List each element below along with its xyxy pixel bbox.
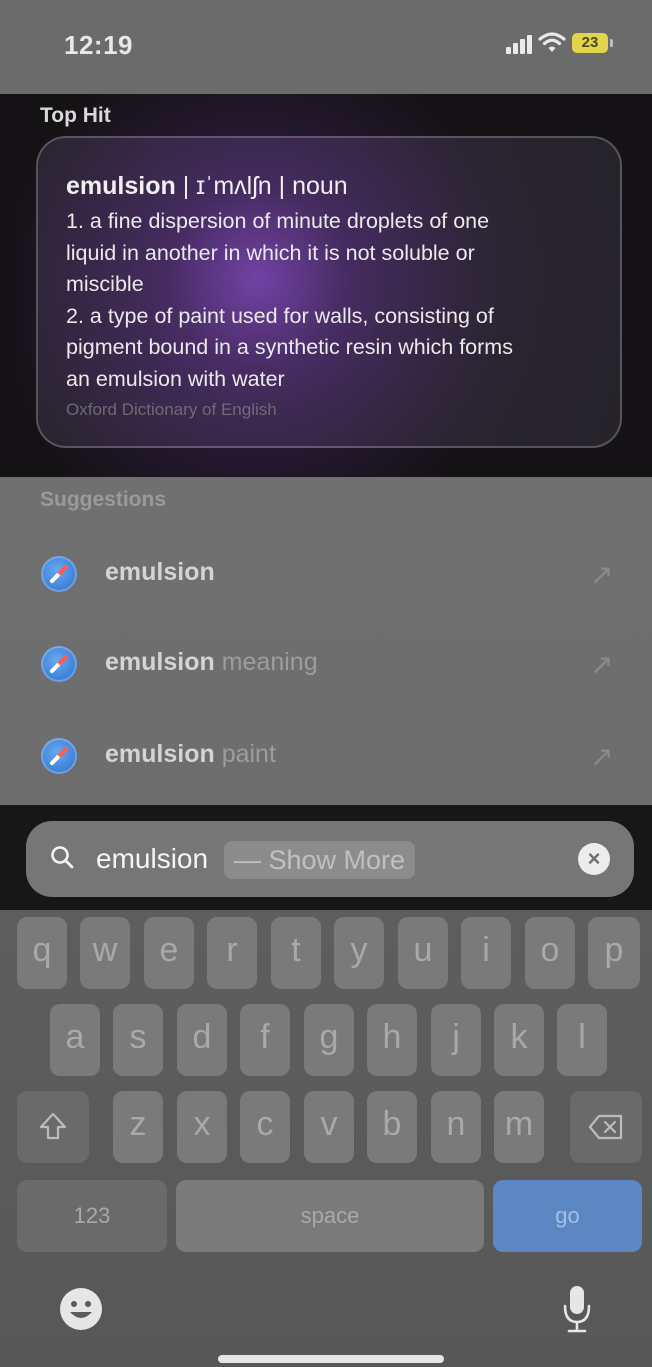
suggestion-query: emulsion xyxy=(105,740,215,768)
numbers-key[interactable]: 123 xyxy=(17,1180,167,1252)
emoji-icon[interactable] xyxy=(60,1288,102,1330)
definition-word: emulsion xyxy=(66,172,176,200)
definition-line: miscible xyxy=(66,272,144,296)
status-time: 12:19 xyxy=(64,30,133,60)
search-bar[interactable]: emulsion — Show More × xyxy=(26,821,634,897)
status-bar: 12:19 23 xyxy=(0,0,652,94)
definition-header: emulsion | ɪˈmʌlʃn | noun xyxy=(66,172,348,201)
top-hit-section: Top Hit emulsion | ɪˈmʌlʃn | noun 1. a f… xyxy=(14,94,652,477)
definition-line: 1. a fine dispersion of minute droplets … xyxy=(66,209,490,233)
battery-icon: 23 xyxy=(572,33,608,53)
key-v[interactable]: v xyxy=(304,1091,354,1163)
suggestion-item[interactable]: emulsion meaning ↗ xyxy=(0,634,652,694)
shift-icon xyxy=(39,1112,67,1140)
search-icon xyxy=(51,846,74,869)
key-h[interactable]: h xyxy=(367,1004,417,1076)
keyboard: q w e r t y u i o p a s d f g h j k l z … xyxy=(0,910,652,1367)
suggestion-completion: paint xyxy=(214,740,276,768)
key-g[interactable]: g xyxy=(304,1004,354,1076)
key-k[interactable]: k xyxy=(494,1004,544,1076)
definition-line: an emulsion with water xyxy=(66,366,285,391)
suggestions-title: Suggestions xyxy=(40,488,167,511)
safari-compass-icon xyxy=(41,556,77,592)
key-a[interactable]: a xyxy=(50,1004,100,1076)
key-x[interactable]: x xyxy=(177,1091,227,1163)
definition-source: Oxford Dictionary of English xyxy=(66,400,277,419)
suggestion-label: emulsion xyxy=(105,558,215,587)
key-y[interactable]: y xyxy=(334,917,384,989)
key-z[interactable]: z xyxy=(113,1091,163,1163)
definition-line: liquid in another in which it is not sol… xyxy=(66,240,475,265)
definition-line: 2. a type of paint used for walls, consi… xyxy=(66,303,494,328)
key-u[interactable]: u xyxy=(398,917,448,989)
key-w[interactable]: w xyxy=(80,917,130,989)
dictionary-card[interactable]: emulsion | ɪˈmʌlʃn | noun 1. a fine disp… xyxy=(36,136,622,448)
key-b[interactable]: b xyxy=(367,1091,417,1163)
show-more-suggestion[interactable]: — Show More xyxy=(224,841,416,879)
go-key[interactable]: go xyxy=(493,1180,642,1252)
key-p[interactable]: p xyxy=(588,917,640,989)
definition-pronunciation: | ɪˈmʌlʃn | noun xyxy=(175,172,348,200)
space-key[interactable]: space xyxy=(176,1180,484,1252)
home-indicator[interactable] xyxy=(218,1355,444,1363)
spotlight-screen: 12:19 23 Top Hit emulsion | ɪˈmʌlʃn | no… xyxy=(0,0,652,1367)
key-s[interactable]: s xyxy=(113,1004,163,1076)
key-e[interactable]: e xyxy=(144,917,194,989)
suggestion-label: emulsion meaning xyxy=(105,648,318,677)
suggestion-item[interactable]: emulsion paint ↗ xyxy=(0,726,652,786)
key-d[interactable]: d xyxy=(177,1004,227,1076)
arrow-up-left-icon[interactable]: ↗ xyxy=(590,648,613,681)
safari-compass-icon xyxy=(41,738,77,774)
key-l[interactable]: l xyxy=(557,1004,607,1076)
safari-compass-icon xyxy=(41,646,77,682)
definition-text: 1. a fine dispersion of minute droplets … xyxy=(66,206,606,395)
key-j[interactable]: j xyxy=(431,1004,481,1076)
key-o[interactable]: o xyxy=(525,917,575,989)
delete-icon xyxy=(588,1114,623,1140)
key-i[interactable]: i xyxy=(461,917,511,989)
wifi-icon xyxy=(538,32,566,52)
key-c[interactable]: c xyxy=(240,1091,290,1163)
definition-line: pigment bound in a synthetic resin which… xyxy=(66,335,513,359)
search-input[interactable]: emulsion xyxy=(96,843,208,875)
suggestion-query: emulsion xyxy=(105,648,215,676)
key-n[interactable]: n xyxy=(431,1091,481,1163)
key-q[interactable]: q xyxy=(17,917,67,989)
signal-icon xyxy=(506,34,534,54)
microphone-icon[interactable] xyxy=(562,1284,592,1334)
arrow-up-left-icon[interactable]: ↗ xyxy=(590,558,613,591)
battery-tip xyxy=(610,39,613,47)
shift-key[interactable] xyxy=(17,1091,89,1163)
suggestion-item[interactable]: emulsion ↗ xyxy=(0,544,652,604)
key-m[interactable]: m xyxy=(494,1091,544,1163)
suggestion-label: emulsion paint xyxy=(105,740,276,769)
clear-icon[interactable]: × xyxy=(578,843,610,875)
key-t[interactable]: t xyxy=(271,917,321,989)
suggestion-completion: meaning xyxy=(214,648,318,676)
key-r[interactable]: r xyxy=(207,917,257,989)
key-f[interactable]: f xyxy=(240,1004,290,1076)
top-hit-title: Top Hit xyxy=(40,104,111,127)
suggestion-query: emulsion xyxy=(105,558,215,586)
arrow-up-left-icon[interactable]: ↗ xyxy=(590,740,613,773)
delete-key[interactable] xyxy=(570,1091,642,1163)
